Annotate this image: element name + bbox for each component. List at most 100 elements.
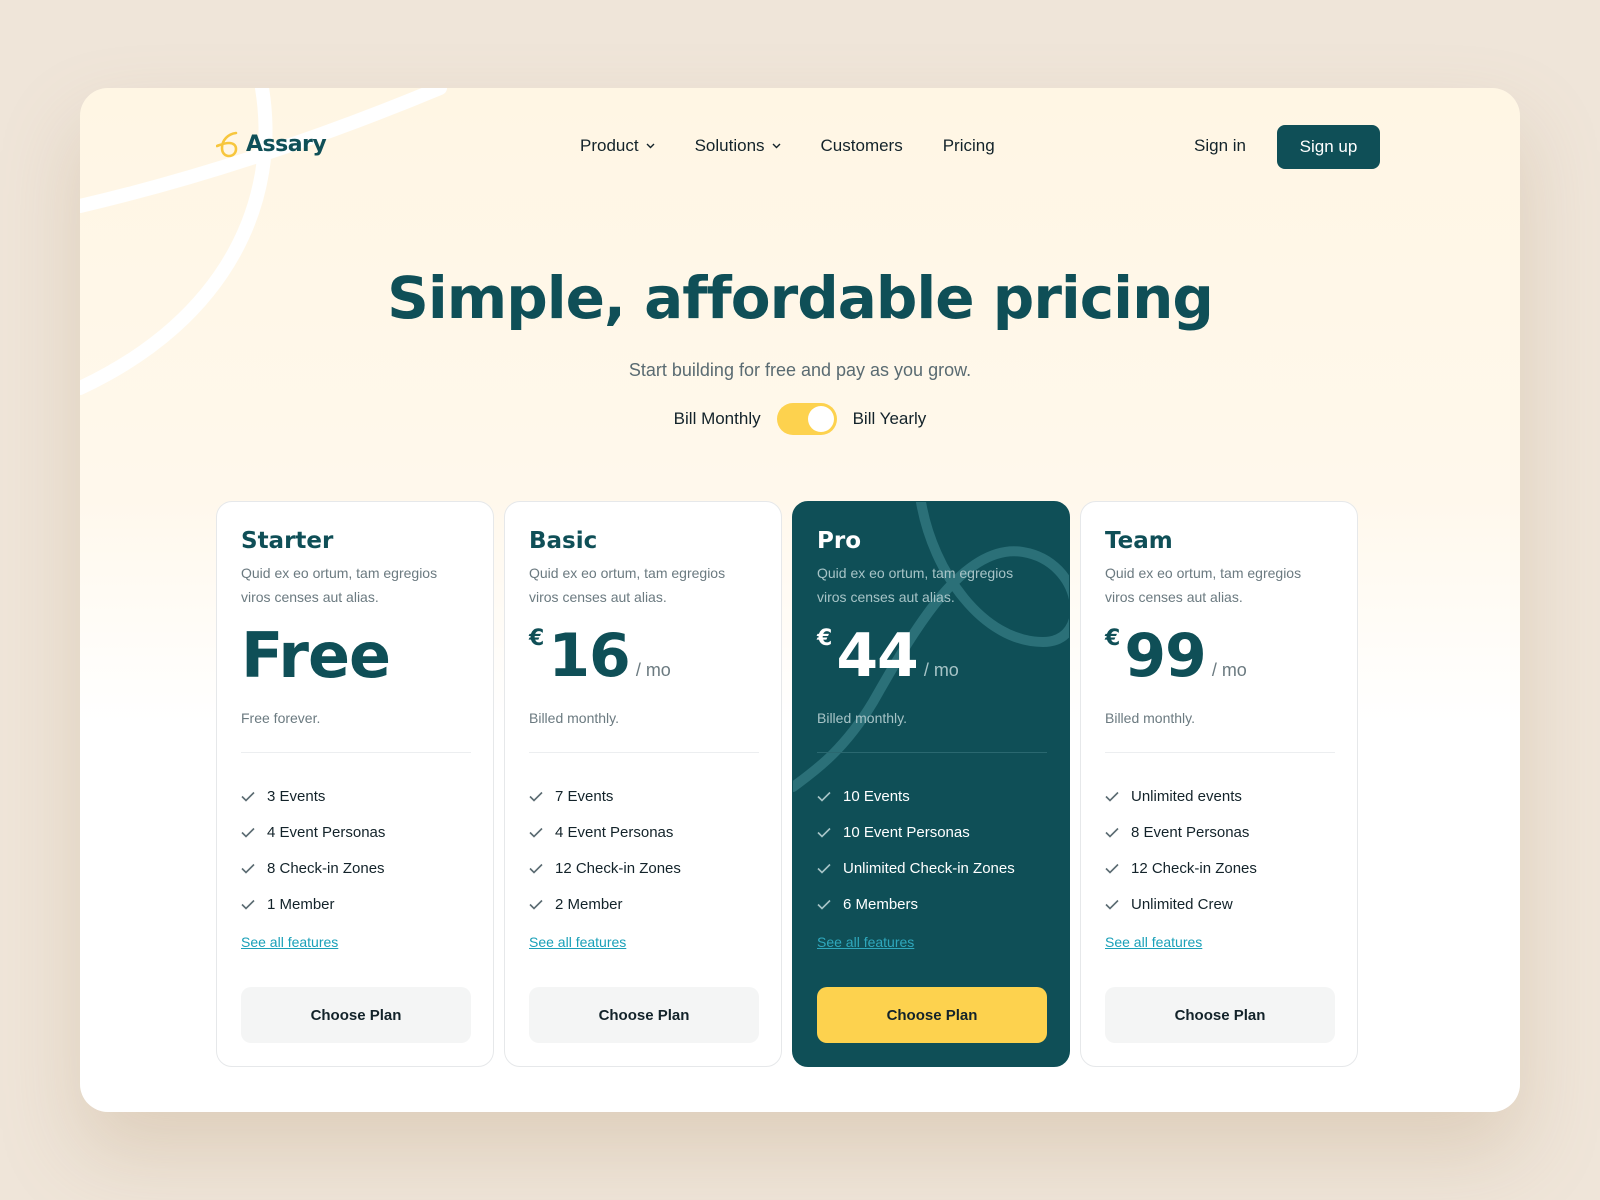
main-nav: Product Solutions Customers Pricing: [580, 136, 995, 156]
check-icon: [817, 899, 831, 910]
feature-item: 8 Check-in Zones: [241, 850, 385, 886]
plan-name: Basic: [529, 528, 598, 554]
chevron-down-icon: [772, 143, 781, 149]
billing-toggle-group: Bill Monthly Bill Yearly: [80, 403, 1520, 435]
billing-note: Billed monthly.: [817, 710, 908, 726]
feature-item: 3 Events: [241, 778, 385, 814]
check-icon: [241, 863, 255, 874]
feature-list: 10 Events 10 Event Personas Unlimited Ch…: [817, 778, 1015, 922]
check-icon: [1105, 827, 1119, 838]
feature-label: Unlimited Check-in Zones: [843, 859, 1015, 877]
plan-price: Free: [241, 619, 391, 692]
feature-item: Unlimited Crew: [1105, 886, 1257, 922]
feature-label: 8 Event Personas: [1131, 823, 1250, 841]
plan-name: Pro: [817, 528, 862, 554]
page-title: Simple, affordable pricing: [387, 264, 1214, 332]
feature-list: 7 Events 4 Event Personas 12 Check-in Zo…: [529, 778, 681, 922]
bill-monthly-label[interactable]: Bill Monthly: [674, 409, 761, 429]
toggle-knob: [807, 406, 834, 432]
choose-plan-button[interactable]: Choose Plan: [529, 987, 759, 1043]
sign-in-link[interactable]: Sign in: [1194, 136, 1246, 156]
nav-item-label: Solutions: [694, 136, 765, 155]
feature-label: 12 Check-in Zones: [1131, 859, 1257, 877]
divider: [1105, 752, 1335, 753]
check-icon: [817, 791, 831, 802]
check-icon: [817, 827, 831, 838]
feature-label: Unlimited events: [1131, 787, 1242, 805]
price-period: / mo: [1211, 660, 1247, 680]
price-row: € 16 / mo: [529, 620, 671, 696]
feature-item: 2 Member: [529, 886, 681, 922]
see-all-features-link[interactable]: See all features: [241, 934, 338, 950]
see-all-features-link[interactable]: See all features: [1105, 934, 1202, 950]
feature-label: 10 Event Personas: [843, 823, 970, 841]
price-row: Free: [241, 619, 391, 696]
check-icon: [1105, 863, 1119, 874]
nav-item-label: Pricing: [942, 136, 995, 155]
site-header: Assary Product Solutions Customers Prici…: [80, 88, 1520, 208]
plan-price: 99: [1124, 621, 1206, 691]
plan-name: Starter: [241, 528, 334, 554]
feature-item: 10 Event Personas: [817, 814, 1015, 850]
price-row: € 99 / mo: [1105, 620, 1247, 696]
plan-name: Team: [1105, 528, 1173, 554]
feature-label: 1 Member: [267, 895, 335, 913]
feature-label: 12 Check-in Zones: [555, 859, 681, 877]
check-icon: [529, 791, 543, 802]
plan-description: Quid ex eo ortum, tam egregios viros cen…: [817, 565, 1014, 605]
check-icon: [529, 899, 543, 910]
feature-item: Unlimited Check-in Zones: [817, 850, 1015, 886]
divider: [529, 752, 759, 753]
assary-logo-icon: [216, 131, 238, 158]
billing-note: Billed monthly.: [529, 710, 620, 726]
nav-item-label: Customers: [820, 136, 903, 155]
price-period: / mo: [635, 660, 671, 680]
feature-item: 4 Event Personas: [241, 814, 385, 850]
feature-item: 8 Event Personas: [1105, 814, 1257, 850]
currency-symbol: €: [817, 626, 833, 651]
brand-name: Assary: [246, 131, 327, 157]
see-all-features-link[interactable]: See all features: [529, 934, 626, 950]
app-window: Assary Product Solutions Customers Prici…: [80, 88, 1520, 1112]
feature-item: 1 Member: [241, 886, 385, 922]
plan-description: Quid ex eo ortum, tam egregios viros cen…: [241, 565, 438, 605]
plan-description: Quid ex eo ortum, tam egregios viros cen…: [1105, 565, 1302, 605]
feature-item: 10 Events: [817, 778, 1015, 814]
plan-card-starter: Starter Quid ex eo ortum, tam egregios v…: [216, 501, 494, 1067]
bill-yearly-label[interactable]: Bill Yearly: [853, 409, 927, 429]
choose-plan-button[interactable]: Choose Plan: [1105, 987, 1335, 1043]
billing-note: Billed monthly.: [1105, 710, 1196, 726]
nav-item-pricing[interactable]: Pricing: [943, 136, 995, 156]
see-all-features-link[interactable]: See all features: [817, 934, 914, 950]
feature-item: 12 Check-in Zones: [529, 850, 681, 886]
feature-label: 2 Member: [555, 895, 623, 913]
plan-description: Quid ex eo ortum, tam egregios viros cen…: [529, 565, 726, 605]
feature-item: 4 Event Personas: [529, 814, 681, 850]
chevron-down-icon: [646, 143, 655, 149]
feature-item: 6 Members: [817, 886, 1015, 922]
feature-list: Unlimited events 8 Event Personas 12 Che…: [1105, 778, 1257, 922]
feature-item: 12 Check-in Zones: [1105, 850, 1257, 886]
billing-toggle[interactable]: [776, 403, 837, 435]
check-icon: [241, 827, 255, 838]
plan-card-basic: Basic Quid ex eo ortum, tam egregios vir…: [504, 501, 782, 1067]
plan-price: 44: [836, 621, 918, 691]
divider: [241, 752, 471, 753]
brand-logo[interactable]: Assary: [216, 130, 327, 158]
sign-up-button[interactable]: Sign up: [1277, 125, 1380, 169]
nav-item-product[interactable]: Product: [580, 136, 655, 156]
nav-item-customers[interactable]: Customers: [821, 136, 903, 156]
nav-item-label: Product: [580, 136, 639, 155]
feature-label: Unlimited Crew: [1131, 895, 1233, 913]
price-row: € 44 / mo: [817, 620, 959, 696]
check-icon: [817, 863, 831, 874]
check-icon: [529, 863, 543, 874]
feature-label: 6 Members: [843, 895, 919, 913]
choose-plan-button[interactable]: Choose Plan: [817, 987, 1047, 1043]
currency-symbol: €: [529, 626, 545, 651]
choose-plan-button[interactable]: Choose Plan: [241, 987, 471, 1043]
feature-item: 7 Events: [529, 778, 681, 814]
check-icon: [1105, 899, 1119, 910]
feature-label: 10 Events: [843, 787, 910, 805]
nav-item-solutions[interactable]: Solutions: [695, 136, 781, 156]
